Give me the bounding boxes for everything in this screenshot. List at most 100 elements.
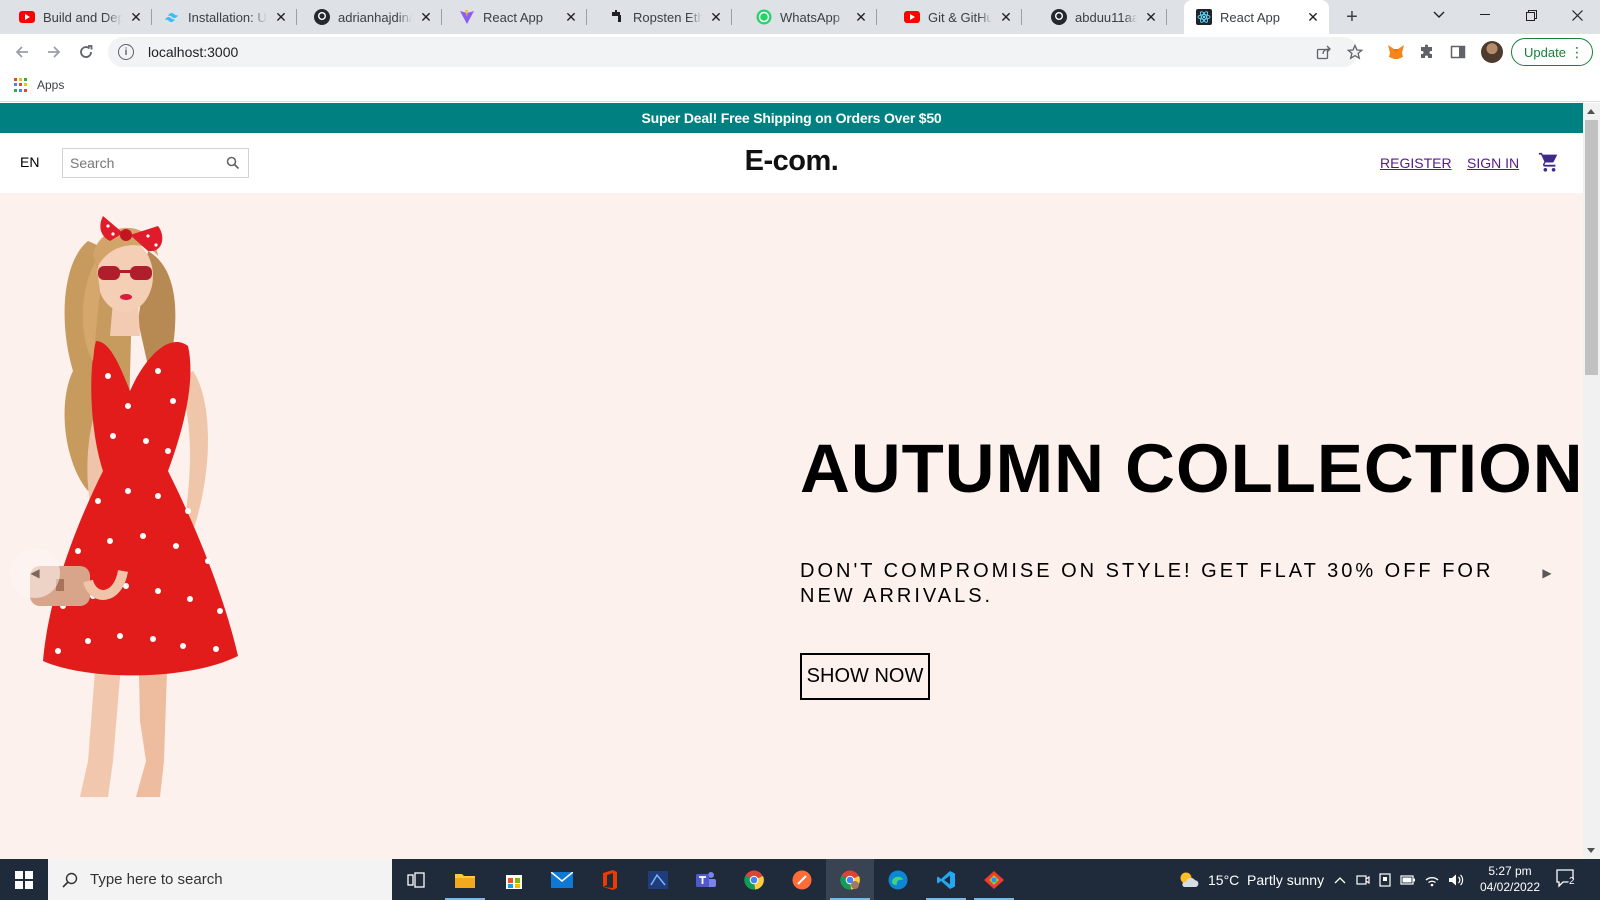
microsoft-store-icon[interactable] xyxy=(490,859,538,900)
vite-icon xyxy=(459,9,475,25)
git-gui-icon[interactable] xyxy=(970,859,1018,900)
taskbar-clock[interactable]: 5:27 pm 04/02/2022 xyxy=(1475,863,1545,895)
wifi-icon[interactable] xyxy=(1424,873,1440,887)
partly-sunny-icon xyxy=(1180,872,1199,887)
system-tray xyxy=(1334,859,1464,900)
close-tab-icon[interactable]: ✕ xyxy=(1143,9,1159,25)
close-tab-icon[interactable]: ✕ xyxy=(418,9,434,25)
weather-widget[interactable]: 15°C Partly sunny xyxy=(1178,859,1324,900)
teams-icon[interactable] xyxy=(682,859,730,900)
search-icon xyxy=(62,872,78,888)
menu-kebab-icon[interactable]: ⋮ xyxy=(1570,45,1584,59)
restore-icon[interactable] xyxy=(1508,0,1554,30)
browser-tab-2[interactable]: Installation: Using Tailwind ✕ xyxy=(152,0,297,34)
update-label: Update xyxy=(1524,44,1566,60)
battery-icon[interactable] xyxy=(1400,874,1416,886)
bookmark-star-icon[interactable] xyxy=(1345,42,1365,62)
browser-tab-title: Build and Deploy a Full Stack xyxy=(43,9,122,25)
side-panel-icon[interactable] xyxy=(1448,42,1468,62)
browser-tab-title: React App xyxy=(1220,9,1280,25)
signin-link[interactable]: SIGN IN xyxy=(1467,155,1519,171)
chevron-right-icon: ▶ xyxy=(1542,566,1552,580)
mail-icon[interactable] xyxy=(538,859,586,900)
site-navbar: EN E-com. REGISTER SIGN IN xyxy=(0,133,1583,193)
close-tab-icon[interactable]: ✕ xyxy=(273,9,289,25)
snipping-tool-icon[interactable] xyxy=(634,859,682,900)
browser-tab-title: React App xyxy=(483,9,543,25)
site-info-icon[interactable]: i xyxy=(118,44,134,60)
notification-center-icon[interactable]: 2 xyxy=(1556,869,1578,889)
chevron-left-icon: ◀ xyxy=(30,566,40,580)
browser-tab-title: Installation: Using Tailwind xyxy=(188,9,267,25)
apps-label: Apps xyxy=(37,78,65,92)
hero-slide: ◀ ▶ AUTUMN COLLECTION DON'T COMPROMISE O… xyxy=(0,193,1583,859)
share-icon[interactable] xyxy=(1314,42,1334,62)
metamask-icon[interactable] xyxy=(1386,42,1406,62)
browser-tab-title: Git & GitHub Tutorial xyxy=(928,9,992,25)
page-scrollbar[interactable] xyxy=(1583,103,1600,859)
address-bar[interactable]: i localhost:3000 xyxy=(108,37,1358,67)
edge-icon[interactable] xyxy=(874,859,922,900)
chrome-icon[interactable] xyxy=(730,859,778,900)
chrome-running-icon[interactable] xyxy=(826,859,874,900)
clock-date: 04/02/2022 xyxy=(1479,880,1541,894)
clock-time: 5:27 pm xyxy=(1488,864,1532,878)
meet-now-icon[interactable] xyxy=(1356,873,1370,887)
taskbar-search-placeholder: Type here to search xyxy=(90,871,223,888)
close-tab-icon[interactable]: ✕ xyxy=(1305,9,1321,25)
close-tab-icon[interactable]: ✕ xyxy=(563,9,579,25)
office-icon[interactable] xyxy=(586,859,634,900)
browser-toolbar: i localhost:3000 Update ⋮ xyxy=(0,34,1600,70)
close-tab-icon[interactable]: ✕ xyxy=(708,9,724,25)
extensions-puzzle-icon[interactable] xyxy=(1417,42,1437,62)
whatsapp-icon xyxy=(756,9,772,25)
slider-next-button[interactable]: ▶ xyxy=(1522,548,1572,598)
browser-tab-1[interactable]: Build and Deploy a Full Stack ✕ xyxy=(0,0,152,34)
postman-icon[interactable] xyxy=(778,859,826,900)
show-now-button[interactable]: SHOW NOW xyxy=(800,653,930,700)
windows-start-icon[interactable] xyxy=(0,859,48,900)
browser-tab-7[interactable]: Git & GitHub Tutorial ✕ xyxy=(877,0,1022,34)
browser-tab-title: Ropsten Ethereum Faucet xyxy=(633,9,702,25)
close-tab-icon[interactable]: ✕ xyxy=(853,9,869,25)
update-button[interactable]: Update ⋮ xyxy=(1511,38,1593,66)
apps-bookmark[interactable]: Apps xyxy=(14,78,64,92)
close-tab-icon[interactable]: ✕ xyxy=(128,9,144,25)
vscode-icon[interactable] xyxy=(922,859,970,900)
file-explorer-icon[interactable] xyxy=(441,859,489,900)
slider-prev-button[interactable]: ◀ xyxy=(10,548,60,598)
browser-tab-6[interactable]: WhatsApp ✕ xyxy=(732,0,877,34)
forward-icon[interactable] xyxy=(42,40,66,64)
close-window-icon[interactable] xyxy=(1554,0,1600,30)
minimize-icon[interactable] xyxy=(1462,0,1508,30)
scroll-up-icon[interactable] xyxy=(1587,109,1595,114)
device-icon[interactable] xyxy=(1378,872,1392,887)
site-logo[interactable]: E-com. xyxy=(0,145,1583,178)
tab-search-icon[interactable] xyxy=(1416,0,1462,30)
browser-tab-5[interactable]: Ropsten Ethereum Faucet ✕ xyxy=(587,0,732,34)
close-tab-icon[interactable]: ✕ xyxy=(998,9,1014,25)
tailwind-icon xyxy=(164,9,180,25)
shopping-cart-icon[interactable] xyxy=(1538,151,1560,173)
reload-icon[interactable] xyxy=(74,40,98,64)
browser-tab-active[interactable]: React App ✕ xyxy=(1184,0,1329,34)
new-tab-button[interactable]: + xyxy=(1341,6,1363,28)
scrollbar-thumb[interactable] xyxy=(1585,120,1598,375)
url-text: localhost:3000 xyxy=(148,44,239,60)
browser-tab-title: abduu11aahh/ecommerce xyxy=(1075,9,1137,25)
profile-avatar[interactable] xyxy=(1481,41,1503,63)
slide-model-image xyxy=(30,216,238,797)
register-link[interactable]: REGISTER xyxy=(1380,155,1452,171)
taskbar-search-box[interactable]: Type here to search xyxy=(48,859,392,900)
browser-tab-3[interactable]: adrianhajdin/project ✕ xyxy=(297,0,442,34)
faucet-icon xyxy=(609,9,625,25)
chevron-up-icon[interactable] xyxy=(1334,876,1346,884)
browser-tab-4[interactable]: React App ✕ xyxy=(442,0,587,34)
back-icon[interactable] xyxy=(10,40,34,64)
scroll-down-icon[interactable] xyxy=(1587,848,1595,853)
volume-icon[interactable] xyxy=(1448,873,1464,887)
task-view-icon[interactable] xyxy=(392,859,440,900)
weather-text: 15°C Partly sunny xyxy=(1208,871,1325,888)
browser-tab-8[interactable]: abduu11aahh/ecommerce ✕ xyxy=(1022,0,1167,34)
github-icon xyxy=(1051,9,1067,25)
